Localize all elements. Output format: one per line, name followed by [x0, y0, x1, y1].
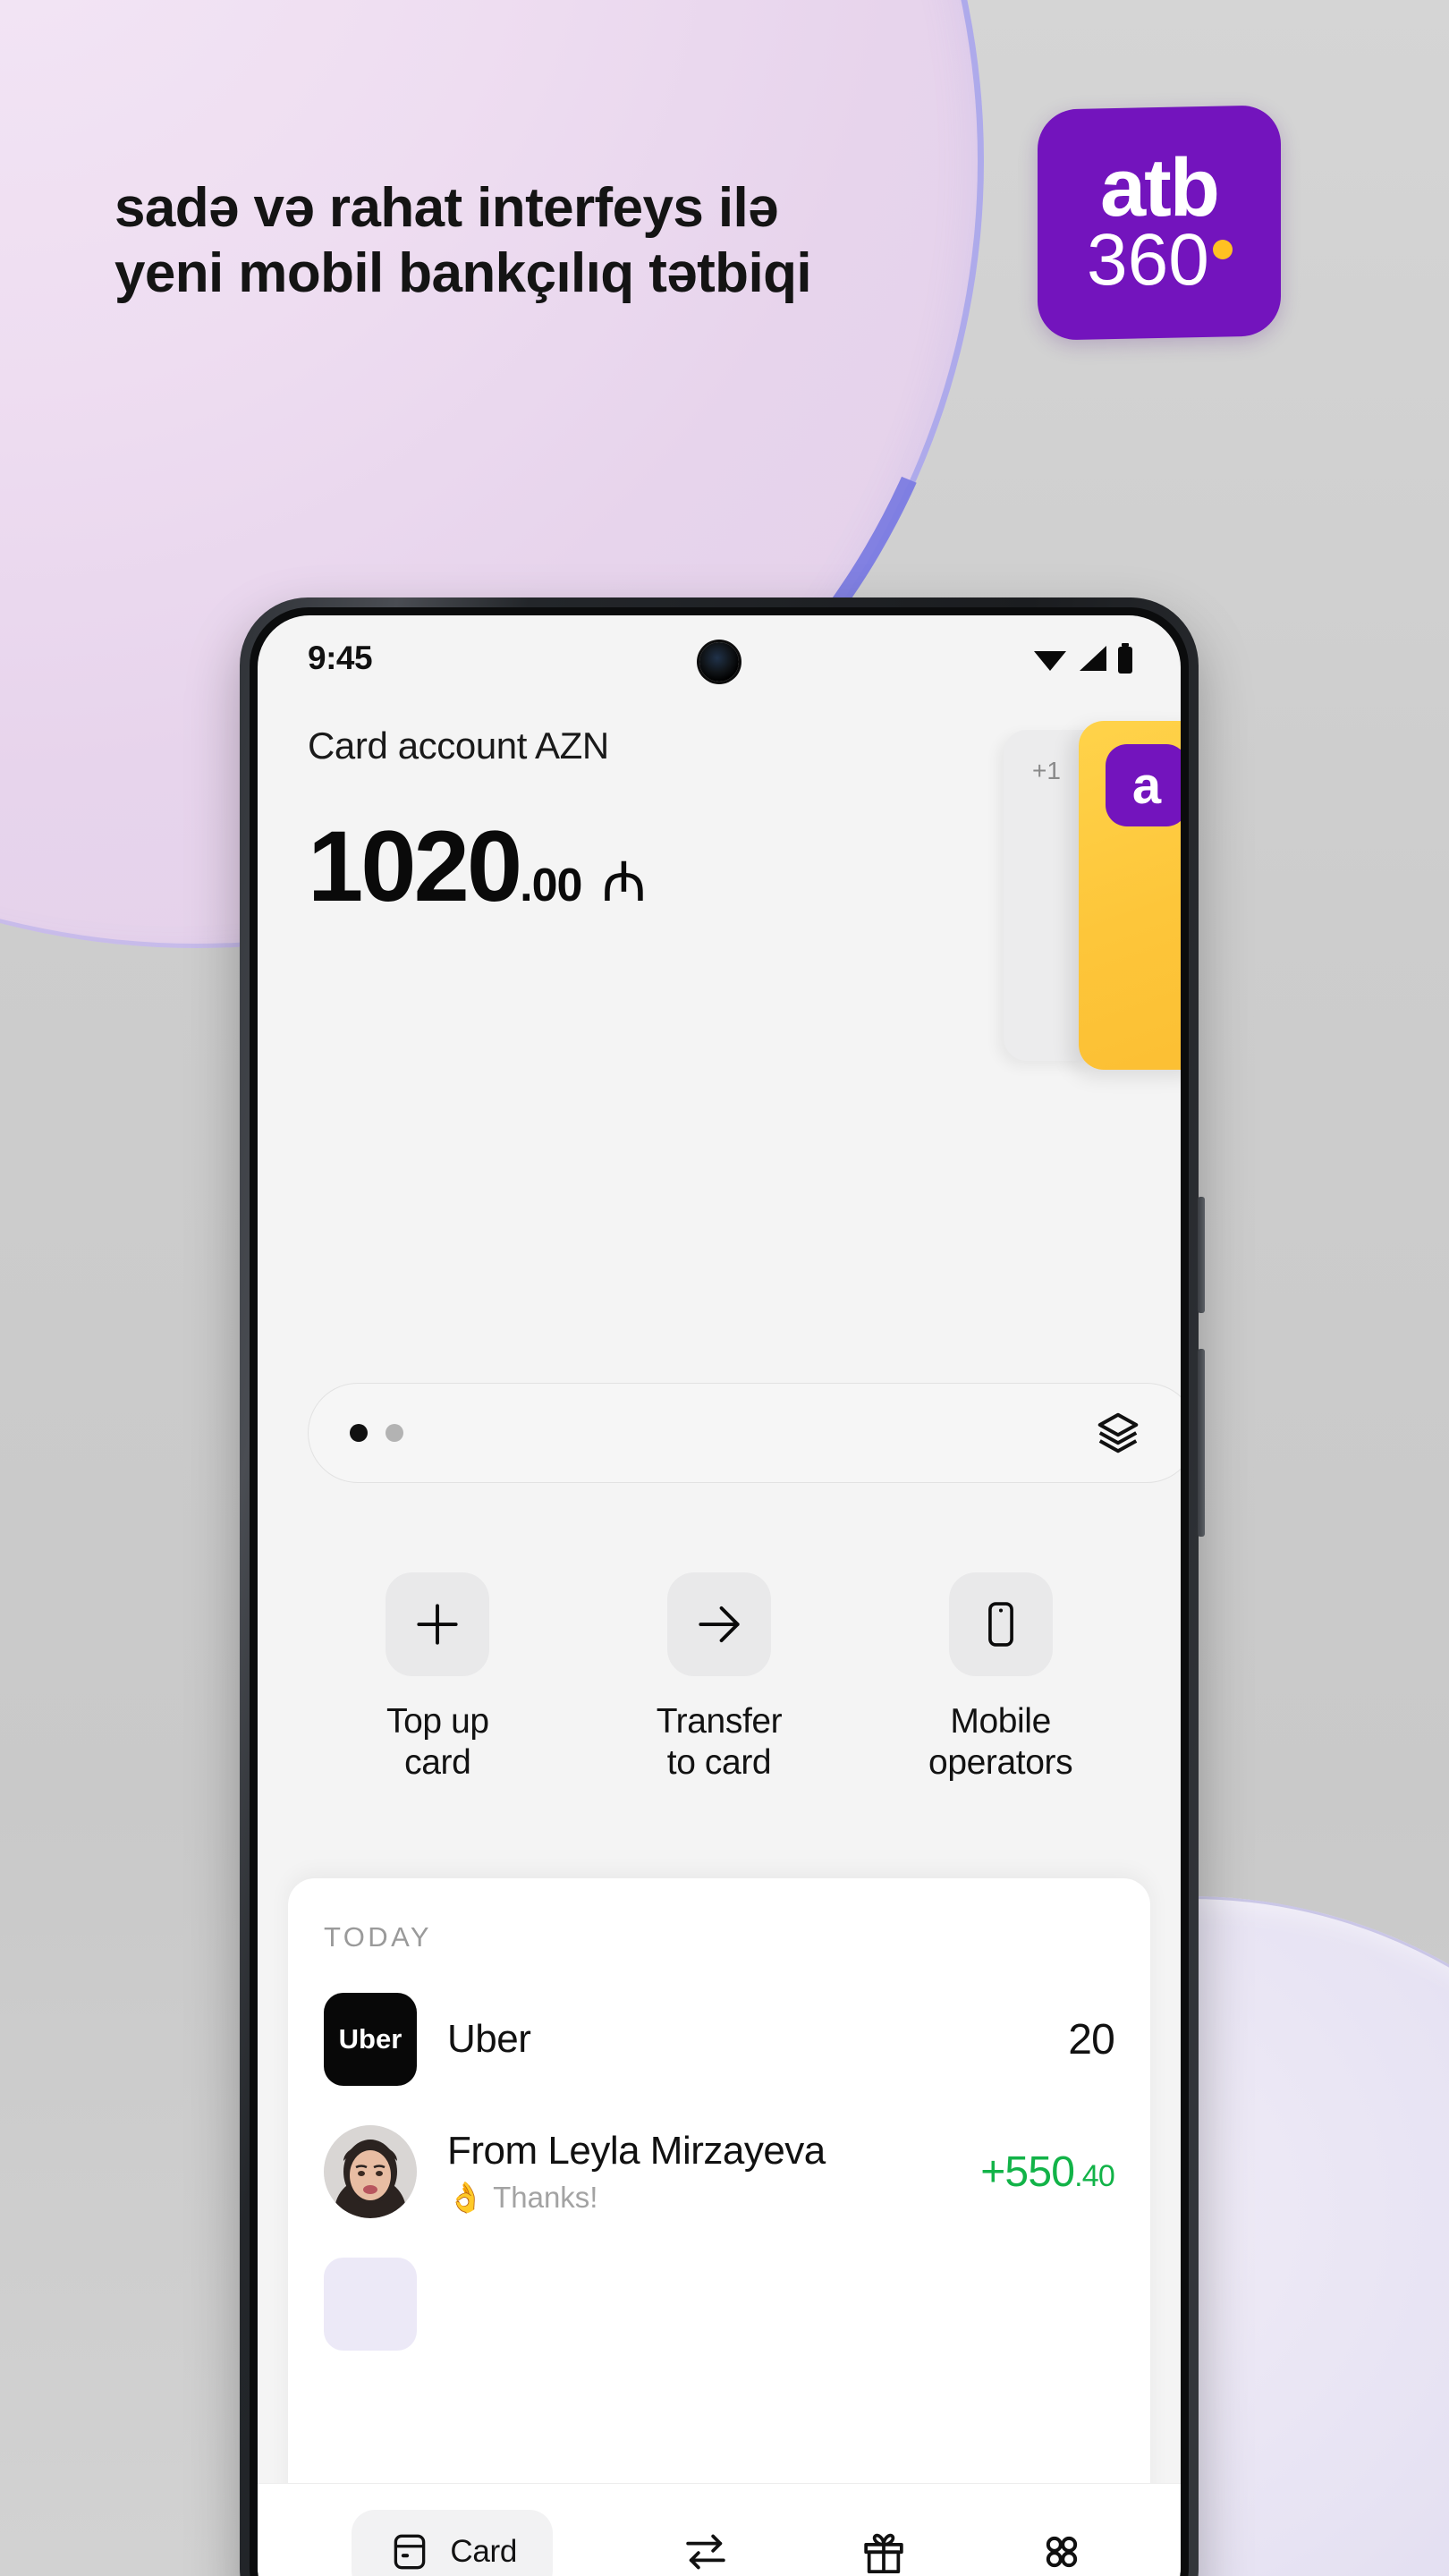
- pagination-dot-1[interactable]: [350, 1424, 368, 1442]
- nav-item-label: Card: [450, 2533, 518, 2569]
- transaction-amount-main: 20: [1068, 2015, 1115, 2063]
- transaction-body: Uber: [447, 2017, 1068, 2062]
- battery-icon: [1116, 643, 1134, 674]
- merchant-logo-uber: Uber: [324, 1993, 417, 2086]
- transaction-amount: +550.40: [980, 2148, 1115, 2197]
- plus-icon: [386, 1572, 490, 1676]
- nav-item-more[interactable]: [1037, 2527, 1087, 2576]
- status-time: 9:45: [308, 640, 373, 676]
- transaction-amount-main: +550: [980, 2148, 1075, 2196]
- account-section: Card account AZN 1020 .00 ₼ +1 a: [258, 701, 1181, 1070]
- pagination-dots[interactable]: [350, 1424, 403, 1442]
- card-more-count: +1: [1032, 757, 1061, 784]
- table-row-partial[interactable]: [324, 2258, 1114, 2351]
- transaction-note: Thanks!: [493, 2181, 598, 2214]
- merchant-logo-text: Uber: [338, 2023, 402, 2055]
- ok-hand-emoji-icon: 👌: [447, 2180, 485, 2214]
- logo-subword: 360: [1086, 219, 1209, 301]
- quick-action-mobile-operators[interactable]: Mobile operators: [889, 1572, 1113, 1784]
- quick-action-transfer[interactable]: Transfer to card: [607, 1572, 831, 1784]
- card-more-indicator[interactable]: +1: [1004, 730, 1089, 1061]
- transaction-body: From Leyla Mirzayeva 👌 Thanks!: [447, 2129, 980, 2216]
- transaction-title: From Leyla Mirzayeva: [447, 2128, 826, 2173]
- card-carousel[interactable]: +1 a: [1004, 721, 1181, 1070]
- wifi-icon: [1032, 644, 1068, 673]
- quick-action-top-up[interactable]: Top up card: [326, 1572, 549, 1784]
- layers-icon[interactable]: [1094, 1409, 1142, 1457]
- balance-integer: 1020: [308, 810, 522, 922]
- atb360-logo: atb 360: [1038, 105, 1281, 341]
- nav-item-card[interactable]: Card: [352, 2509, 554, 2576]
- quick-action-label: Mobile operators: [928, 1702, 1073, 1783]
- power-button[interactable]: [1198, 1197, 1205, 1313]
- balance-decimal: .00: [520, 860, 582, 911]
- card-brand-badge: a: [1106, 744, 1181, 826]
- transaction-amount: 20: [1068, 2015, 1115, 2064]
- page-title: sadə və rahat interfeys ilə yeni mobil b…: [114, 177, 812, 305]
- nav-item-gifts[interactable]: [859, 2527, 909, 2576]
- phone-mockup: 9:45 Card account AZN 1020 .00 ₼ +1 a To…: [240, 597, 1205, 2576]
- grid-more-icon: [1037, 2527, 1087, 2576]
- front-camera-icon: [699, 642, 739, 682]
- logo-wordmark: atb: [1100, 141, 1218, 233]
- status-icons: [1032, 643, 1134, 674]
- phone-bezel: 9:45 Card account AZN 1020 .00 ₼ +1 a To…: [250, 607, 1189, 2576]
- bottom-navigation: Card: [258, 2483, 1181, 2576]
- volume-button[interactable]: [1198, 1349, 1205, 1537]
- transaction-subtitle: 👌 Thanks!: [447, 2181, 980, 2216]
- nav-item-transfers[interactable]: [681, 2527, 731, 2576]
- transactions-sheet: TODAY Uber Uber 20 From Leyla Mirzayeva …: [288, 1878, 1150, 2576]
- phone-screen: 9:45 Card account AZN 1020 .00 ₼ +1 a To…: [258, 615, 1181, 2576]
- arrow-right-icon: [666, 1572, 771, 1676]
- transaction-avatar-placeholder: [324, 2258, 417, 2351]
- transactions-section-header: TODAY: [324, 1921, 432, 1953]
- smartphone-icon: [948, 1572, 1053, 1676]
- pagination-dot-2[interactable]: [386, 1424, 403, 1442]
- avatar: [324, 2125, 417, 2218]
- promo-banner: sadə və rahat interfeys ilə yeni mobil b…: [0, 0, 1449, 2576]
- transaction-title: Uber: [447, 2017, 531, 2061]
- table-row[interactable]: From Leyla Mirzayeva 👌 Thanks! +550.40: [324, 2125, 1115, 2218]
- card-carousel-controls[interactable]: [308, 1383, 1181, 1483]
- quick-action-label: Transfer to card: [656, 1702, 783, 1783]
- status-bar: 9:45: [258, 615, 1181, 701]
- quick-actions: Top up card Transfer to card Mobile oper…: [258, 1572, 1181, 1784]
- table-row[interactable]: Uber Uber 20: [324, 1993, 1115, 2086]
- currency-symbol: ₼: [601, 852, 647, 913]
- transaction-amount-cents: .40: [1074, 2158, 1115, 2193]
- gift-icon: [859, 2527, 909, 2576]
- cellular-signal-icon: [1076, 644, 1108, 673]
- quick-action-label: Top up card: [386, 1702, 489, 1783]
- transfer-arrows-icon: [681, 2527, 731, 2576]
- orange-dot-icon: [1212, 240, 1233, 260]
- active-card[interactable]: a: [1079, 721, 1181, 1070]
- card-icon: [387, 2529, 432, 2574]
